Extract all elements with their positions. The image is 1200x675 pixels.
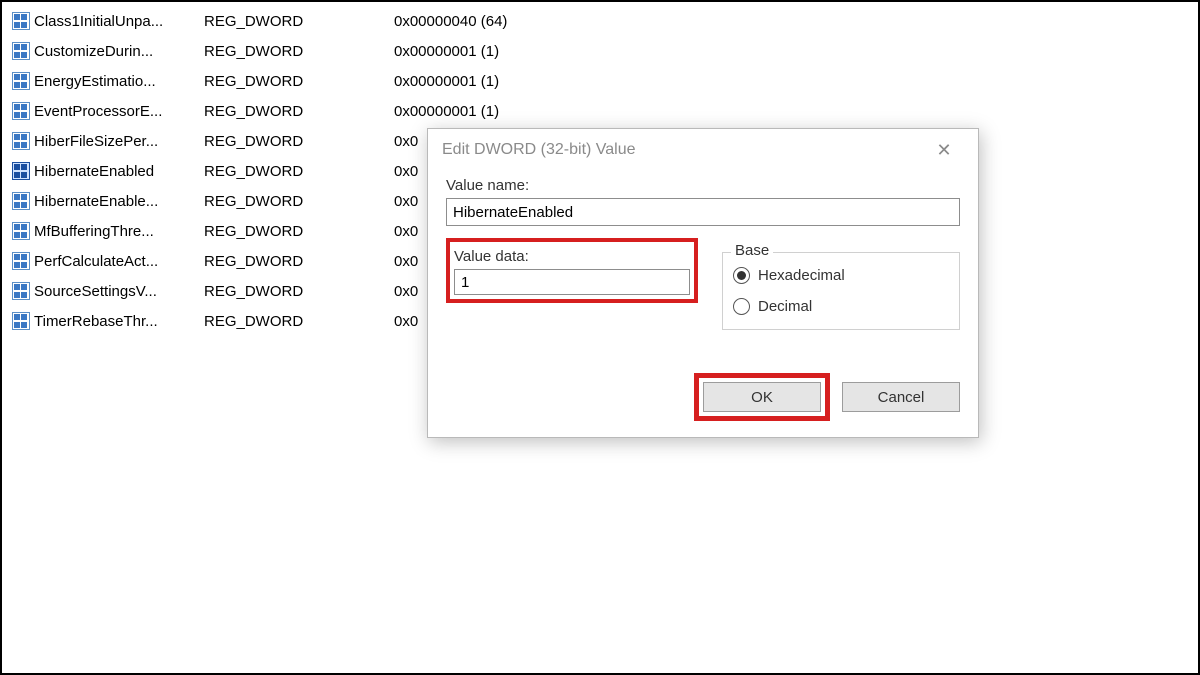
- dialog-title: Edit DWORD (32-bit) Value: [442, 141, 924, 159]
- registry-data: 0x0: [394, 193, 418, 210]
- registry-row[interactable]: CustomizeDurin...REG_DWORD0x00000001 (1): [2, 36, 1198, 66]
- registry-type: REG_DWORD: [204, 313, 394, 330]
- registry-name: Class1InitialUnpa...: [34, 13, 204, 30]
- radio-decimal[interactable]: Decimal: [733, 298, 949, 315]
- dword-icon: [12, 192, 30, 210]
- ok-button[interactable]: OK: [703, 382, 821, 412]
- registry-data: 0x0: [394, 223, 418, 240]
- value-name-input[interactable]: [446, 198, 960, 226]
- ok-highlight: OK: [694, 373, 830, 421]
- registry-row[interactable]: EnergyEstimatio...REG_DWORD0x00000001 (1…: [2, 66, 1198, 96]
- edit-dword-dialog: Edit DWORD (32-bit) Value ✕ Value name: …: [427, 128, 979, 438]
- registry-type: REG_DWORD: [204, 13, 394, 30]
- registry-name: TimerRebaseThr...: [34, 313, 204, 330]
- dword-icon: [12, 282, 30, 300]
- value-data-input[interactable]: [454, 269, 690, 295]
- radio-label: Decimal: [758, 298, 812, 315]
- base-legend: Base: [731, 242, 773, 259]
- dword-icon: [12, 42, 30, 60]
- registry-name: HiberFileSizePer...: [34, 133, 204, 150]
- value-data-label: Value data:: [454, 248, 690, 265]
- registry-data: 0x0: [394, 133, 418, 150]
- registry-name: PerfCalculateAct...: [34, 253, 204, 270]
- value-data-highlight: Value data:: [446, 238, 698, 303]
- radio-icon: [733, 298, 750, 315]
- radio-hexadecimal[interactable]: Hexadecimal: [733, 267, 949, 284]
- dword-icon: [12, 312, 30, 330]
- registry-data: 0x0: [394, 283, 418, 300]
- dword-icon: [12, 12, 30, 30]
- registry-type: REG_DWORD: [204, 73, 394, 90]
- dword-icon: [12, 132, 30, 150]
- registry-data: 0x00000001 (1): [394, 73, 499, 90]
- base-group: Base Hexadecimal Decimal: [722, 252, 960, 330]
- registry-type: REG_DWORD: [204, 133, 394, 150]
- registry-name: EnergyEstimatio...: [34, 73, 204, 90]
- registry-type: REG_DWORD: [204, 223, 394, 240]
- registry-data: 0x00000040 (64): [394, 13, 507, 30]
- registry-data: 0x00000001 (1): [394, 43, 499, 60]
- registry-type: REG_DWORD: [204, 163, 394, 180]
- registry-row[interactable]: EventProcessorE...REG_DWORD0x00000001 (1…: [2, 96, 1198, 126]
- radio-icon: [733, 267, 750, 284]
- registry-name: MfBufferingThre...: [34, 223, 204, 240]
- registry-type: REG_DWORD: [204, 193, 394, 210]
- close-icon[interactable]: ✕: [924, 140, 964, 161]
- registry-type: REG_DWORD: [204, 43, 394, 60]
- radio-label: Hexadecimal: [758, 267, 845, 284]
- dialog-titlebar: Edit DWORD (32-bit) Value ✕: [428, 129, 978, 171]
- dword-icon: [12, 162, 30, 180]
- registry-name: HibernateEnable...: [34, 193, 204, 210]
- dword-icon: [12, 102, 30, 120]
- registry-data: 0x0: [394, 163, 418, 180]
- dword-icon: [12, 72, 30, 90]
- registry-name: EventProcessorE...: [34, 103, 204, 120]
- registry-data: 0x00000001 (1): [394, 103, 499, 120]
- cancel-button[interactable]: Cancel: [842, 382, 960, 412]
- dword-icon: [12, 222, 30, 240]
- registry-data: 0x0: [394, 313, 418, 330]
- registry-type: REG_DWORD: [204, 103, 394, 120]
- registry-name: CustomizeDurin...: [34, 43, 204, 60]
- registry-type: REG_DWORD: [204, 253, 394, 270]
- dword-icon: [12, 252, 30, 270]
- value-name-label: Value name:: [446, 177, 960, 194]
- registry-name: SourceSettingsV...: [34, 283, 204, 300]
- registry-type: REG_DWORD: [204, 283, 394, 300]
- registry-name: HibernateEnabled: [34, 163, 204, 180]
- registry-data: 0x0: [394, 253, 418, 270]
- registry-row[interactable]: Class1InitialUnpa...REG_DWORD0x00000040 …: [2, 6, 1198, 36]
